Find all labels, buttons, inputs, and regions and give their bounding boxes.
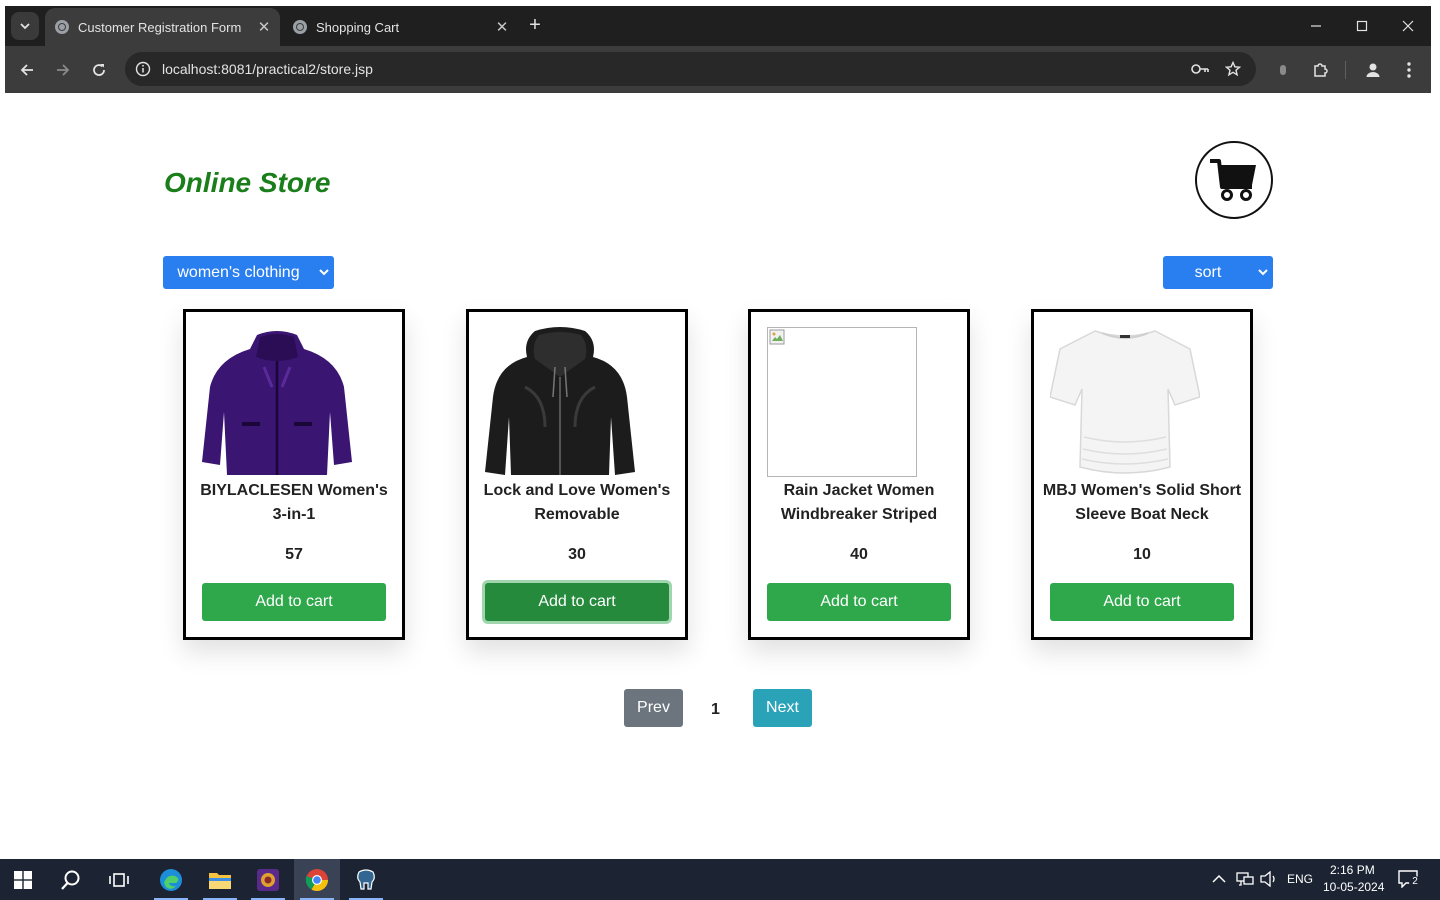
url-text: localhost:8081/practical2/store.jsp — [162, 61, 373, 77]
sort-select-value: sort — [1194, 263, 1222, 281]
clock-time[interactable]: 2:16 PM — [1330, 863, 1375, 877]
page-title: Online Store — [164, 167, 331, 198]
shopping-cart-icon — [1210, 159, 1256, 201]
product-image-white-tshirt — [1049, 327, 1201, 477]
postgresql-app[interactable] — [343, 859, 389, 900]
add-to-cart-button[interactable]: Add to cart — [485, 583, 669, 621]
product-quantity: 40 — [850, 546, 868, 563]
tab-title: Customer Registration Form — [78, 19, 242, 35]
minimize-icon — [1311, 25, 1321, 27]
product-name: Lock and Love Women's Removable — [483, 482, 671, 523]
category-select-value: women's clothing — [177, 263, 300, 281]
sort-select[interactable]: sort — [1163, 256, 1273, 289]
globe-icon — [55, 20, 69, 34]
task-view-icon — [109, 872, 129, 887]
notification-count-badge: 2 — [1409, 876, 1421, 888]
add-to-cart-button[interactable]: Add to cart — [202, 583, 386, 621]
maximize-button[interactable] — [1339, 6, 1385, 46]
arrow-left-icon — [20, 64, 33, 76]
address-bar[interactable]: localhost:8081/practical2/store.jsp — [125, 52, 1256, 86]
game-app-icon — [257, 868, 279, 891]
profile-button[interactable] — [1358, 55, 1388, 85]
close-window-button[interactable] — [1385, 6, 1431, 46]
edge-app[interactable] — [148, 859, 194, 900]
product-image-purple-jacket — [202, 327, 352, 477]
search-button[interactable] — [48, 859, 94, 900]
extension-icon[interactable] — [1268, 55, 1298, 85]
chrome-app[interactable] — [294, 859, 340, 900]
tab-customer-registration[interactable]: Customer Registration Form ✕ — [45, 8, 280, 46]
chevron-down-icon — [20, 23, 30, 30]
elephant-icon — [357, 868, 375, 890]
back-button[interactable] — [12, 55, 42, 85]
current-page-number: 1 — [711, 701, 720, 718]
close-icon — [1402, 20, 1414, 32]
minimize-button[interactable] — [1293, 6, 1339, 46]
add-to-cart-button[interactable]: Add to cart — [767, 583, 951, 621]
file-explorer-app[interactable] — [197, 859, 243, 900]
product-name: Rain Jacket Women Windbreaker Striped — [780, 482, 938, 523]
product-card: BIYLACLESEN Women's 3-in-1 57 Add to car… — [183, 309, 405, 640]
prev-page-button[interactable]: Prev — [624, 689, 683, 727]
close-icon[interactable]: ✕ — [254, 18, 274, 36]
task-view-button[interactable] — [96, 859, 142, 900]
maximize-icon — [1356, 20, 1368, 32]
cart-button[interactable] — [1195, 141, 1273, 219]
chevron-down-icon — [1253, 267, 1273, 279]
chevron-down-icon — [314, 267, 334, 279]
globe-icon — [293, 20, 307, 34]
arrow-right-icon — [57, 64, 70, 76]
bookmark-star-icon[interactable] — [1223, 59, 1243, 79]
menu-button[interactable] — [1394, 55, 1424, 85]
clock-date[interactable]: 10-05-2024 — [1323, 880, 1384, 894]
product-name: MBJ Women's Solid Short Sleeve Boat Neck — [1042, 482, 1242, 523]
tab-title: Shopping Cart — [316, 19, 400, 35]
product-card: Lock and Love Women's Removable 30 Add t… — [466, 309, 688, 640]
broken-image-icon — [769, 329, 785, 345]
new-tab-button[interactable]: + — [523, 14, 547, 38]
profile-icon — [1366, 63, 1380, 77]
tab-search-button[interactable] — [11, 12, 39, 40]
reload-button[interactable] — [84, 55, 114, 85]
site-info-icon[interactable] — [133, 59, 153, 79]
network-icon[interactable] — [1236, 871, 1254, 892]
taskbar: ENG 2:16 PM 10-05-2024 2 — [0, 859, 1440, 900]
tab-bar: Customer Registration Form ✕ Shopping Ca… — [5, 6, 1431, 46]
reload-icon — [93, 64, 105, 76]
chrome-icon — [305, 868, 328, 891]
product-name: BIYLACLESEN Women's 3-in-1 — [200, 482, 388, 523]
tab-shopping-cart[interactable]: Shopping Cart ✕ — [283, 8, 518, 46]
next-page-button[interactable]: Next — [753, 689, 812, 727]
tray-overflow-icon[interactable] — [1212, 871, 1226, 889]
add-to-cart-button[interactable]: Add to cart — [1050, 583, 1234, 621]
product-quantity: 30 — [568, 546, 586, 563]
product-card: MBJ Women's Solid Short Sleeve Boat Neck… — [1031, 309, 1253, 640]
extensions-puzzle-icon[interactable] — [1305, 55, 1335, 85]
search-icon — [61, 870, 80, 890]
category-select[interactable]: women's clothing — [163, 256, 334, 289]
edge-icon — [160, 868, 182, 891]
store-page: Online Store women's clothing sort BIYLA… — [5, 93, 1431, 859]
kebab-menu-icon — [1407, 62, 1411, 78]
browser-window: Customer Registration Form ✕ Shopping Ca… — [5, 6, 1431, 859]
game-app[interactable] — [245, 859, 291, 900]
forward-button[interactable] — [48, 55, 78, 85]
browser-toolbar: localhost:8081/practical2/store.jsp — [5, 46, 1431, 93]
product-image-black-leather-jacket — [485, 327, 635, 477]
product-card: Rain Jacket Women Windbreaker Striped 40… — [748, 309, 970, 640]
password-key-icon[interactable] — [1190, 59, 1210, 79]
toolbar-divider — [1345, 61, 1346, 79]
notifications-button[interactable]: 2 — [1398, 870, 1421, 890]
start-button[interactable] — [0, 859, 46, 900]
volume-icon[interactable] — [1260, 870, 1278, 892]
close-icon[interactable]: ✕ — [492, 18, 512, 36]
product-quantity: 57 — [285, 546, 303, 563]
product-quantity: 10 — [1133, 546, 1151, 563]
folder-icon — [209, 872, 231, 889]
language-indicator[interactable]: ENG — [1287, 872, 1313, 886]
product-image-broken — [767, 327, 917, 477]
windows-logo-icon — [14, 870, 32, 889]
